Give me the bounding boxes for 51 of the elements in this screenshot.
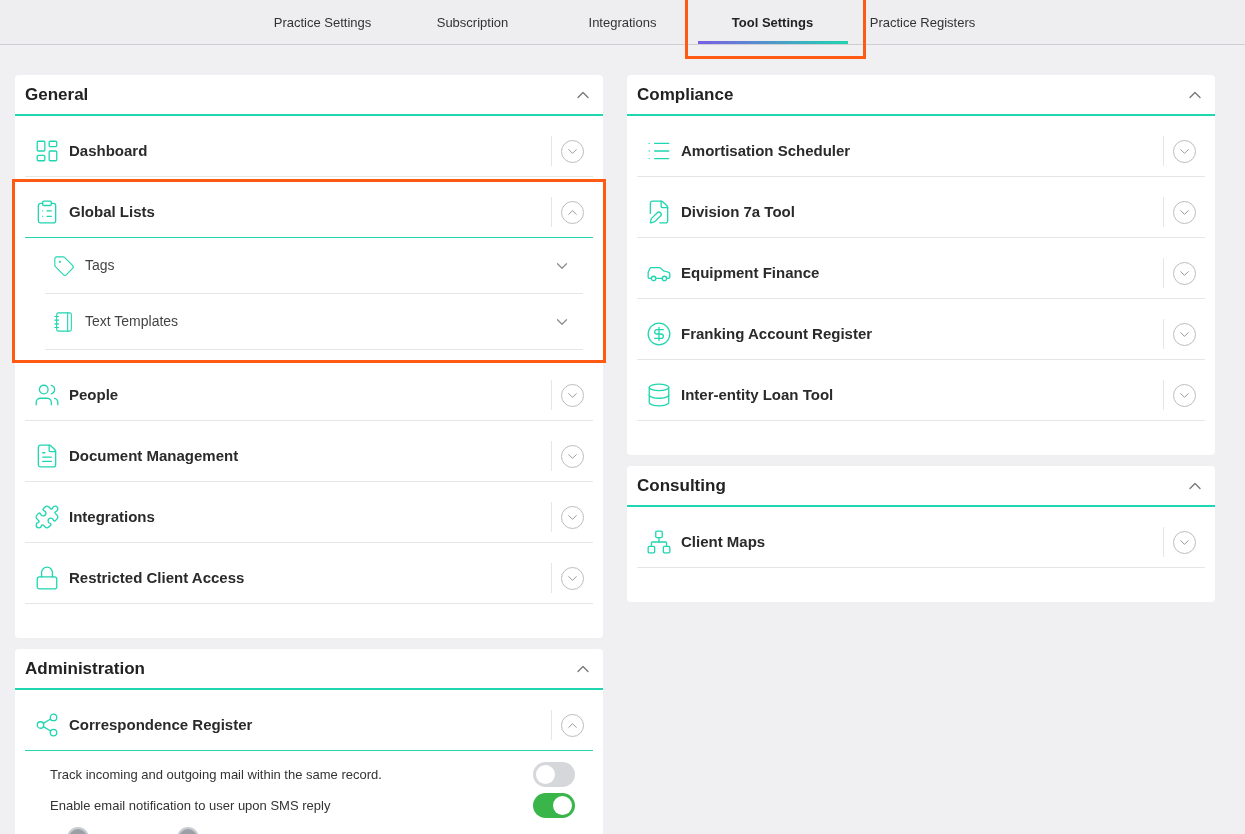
- tab[interactable]: Practice Settings: [247, 4, 398, 44]
- network-icon: [646, 529, 672, 555]
- item-label: Client Maps: [681, 531, 767, 552]
- expand-button[interactable]: [561, 505, 584, 529]
- database-icon: [646, 382, 672, 408]
- notebook-icon: [53, 310, 75, 333]
- item-label: Integrations: [69, 506, 156, 527]
- item-label: Global Lists: [69, 201, 156, 222]
- section-title: Compliance: [637, 83, 735, 106]
- share-icon: [34, 712, 60, 738]
- dashboard-icon: [34, 138, 60, 164]
- item-label: Correspondence Register: [69, 714, 254, 735]
- expand-button[interactable]: [1173, 530, 1196, 554]
- expand-button[interactable]: [1173, 383, 1196, 407]
- item-label: People: [69, 384, 120, 405]
- item-label: Document Management: [69, 445, 240, 466]
- item-label: Dashboard: [69, 140, 149, 161]
- expand-button[interactable]: [561, 200, 584, 224]
- section-title: Consulting: [637, 474, 727, 497]
- sub-item-label: Text Templates: [85, 312, 180, 331]
- puzzle-icon: [34, 504, 60, 530]
- section-title: Administration: [25, 657, 146, 680]
- sub-item-label: Tags: [85, 256, 116, 275]
- tab[interactable]: Integrations: [547, 4, 698, 44]
- item-label: Franking Account Register: [681, 323, 874, 344]
- lock-icon: [34, 565, 60, 591]
- setting-label: Enable email notification to user upon SMS reply: [50, 796, 332, 815]
- item-label: Division 7a Tool: [681, 201, 796, 222]
- expand-button[interactable]: [1173, 200, 1196, 224]
- item-label: Restricted Client Access: [69, 567, 246, 588]
- expand-button[interactable]: [561, 566, 584, 590]
- tab[interactable]: Practice Registers: [847, 4, 998, 44]
- expand-button[interactable]: [561, 713, 584, 737]
- expand-button[interactable]: [1173, 261, 1196, 285]
- dollar-icon: [646, 321, 672, 347]
- section-title: General: [25, 83, 90, 106]
- expand-button[interactable]: [1173, 322, 1196, 346]
- tab[interactable]: Tool Settings: [697, 4, 848, 44]
- expand-button[interactable]: [1173, 139, 1196, 163]
- item-label: Inter-entity Loan Tool: [681, 384, 835, 405]
- toggle-switch[interactable]: [533, 793, 575, 818]
- people-icon: [34, 382, 60, 408]
- item-label: Amortisation Scheduler: [681, 140, 852, 161]
- setting-label: Track incoming and outgoing mail within the same record.: [50, 765, 383, 784]
- toggle-switch[interactable]: [533, 762, 575, 787]
- item-label: Equipment Finance: [681, 262, 821, 283]
- tag-icon: [53, 254, 75, 277]
- expand-button[interactable]: [561, 383, 584, 407]
- expand-button[interactable]: [561, 139, 584, 163]
- expand-button[interactable]: [561, 444, 584, 468]
- tab[interactable]: Subscription: [397, 4, 548, 44]
